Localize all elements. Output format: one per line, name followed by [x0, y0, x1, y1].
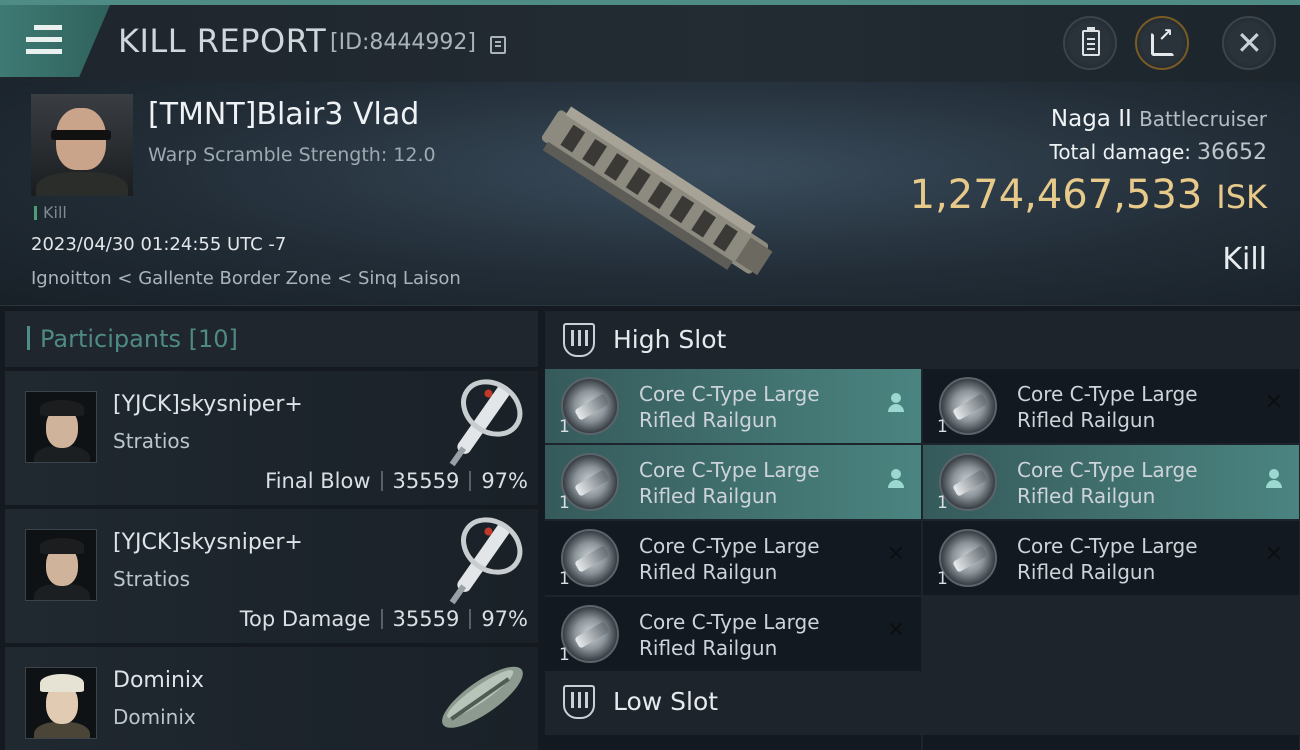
low-slot-icon	[563, 685, 595, 719]
module-name: Core C-Type Large Rifled Railgun	[639, 382, 820, 432]
participant-percent: 97%	[481, 469, 528, 493]
participant-avatar[interactable]	[25, 667, 97, 739]
low-slot-title: Low Slot	[613, 687, 719, 716]
participant-stats: Final Blow 35559 97%	[265, 469, 528, 493]
total-damage-value: 36652	[1197, 140, 1267, 165]
destroyed-x-icon: ✕	[1264, 542, 1284, 567]
participant-row[interactable]: [YJCK]skysniper+ Stratios Final Blow 3555…	[5, 371, 538, 505]
dropped-person-icon	[885, 467, 907, 491]
copy-id-icon[interactable]	[490, 36, 506, 54]
isk-unit: ISK	[1216, 178, 1267, 216]
close-icon: ✕	[1236, 24, 1263, 62]
participant-percent: 97%	[481, 607, 528, 631]
module-item[interactable]: 1 Core C-Type Large Rifled Railgun ✕	[923, 369, 1299, 443]
participant-role: Top Damage	[239, 607, 371, 631]
victim-name[interactable]: [TMNT]Blair3 Vlad	[148, 97, 419, 132]
module-name: Core C-Type Large Rifled Railgun	[1017, 458, 1198, 508]
module-item-partial[interactable]	[545, 735, 921, 750]
module-item[interactable]: 1 Core C-Type Large Rifled Railgun ✕	[545, 597, 921, 671]
clipboard-icon	[1082, 27, 1100, 56]
fitting-panel: High Slot 1 Core C-Type Large Rifled Rail…	[545, 311, 1300, 750]
module-name: Core C-Type Large Rifled Railgun	[639, 458, 820, 508]
close-button[interactable]: ✕	[1222, 16, 1276, 70]
participant-ship: Stratios	[113, 567, 191, 591]
participant-ship: Stratios	[113, 429, 191, 453]
module-quantity: 1	[937, 569, 948, 589]
module-name: Core C-Type Large Rifled Railgun	[639, 610, 820, 660]
participants-panel: Participants [10] [YJCK]skysniper+ Strat…	[5, 311, 538, 750]
participant-ship-image	[449, 379, 523, 467]
total-damage-label: Total damage:	[1049, 140, 1192, 164]
module-item[interactable]: 1 Core C-Type Large Rifled Railgun	[545, 369, 921, 443]
destroyed-x-icon: ✕	[886, 542, 906, 567]
menu-button[interactable]	[0, 5, 110, 77]
participant-row[interactable]: [YJCK]skysniper+ Stratios Top Damage 3555…	[5, 509, 538, 643]
participant-ship-image	[449, 517, 523, 605]
module-item[interactable]: 1 Core C-Type Large Rifled Railgun	[923, 445, 1299, 519]
report-id: [ID:8444992]	[330, 30, 476, 55]
destroyed-x-icon: ✕	[886, 618, 906, 643]
participant-avatar[interactable]	[25, 391, 97, 463]
participant-name: [YJCK]skysniper+	[113, 530, 303, 555]
victim-ship[interactable]: Naga II Battlecruiser	[1051, 106, 1267, 132]
header-bar: KILL REPORT [ID:8444992] ✕	[0, 0, 1300, 82]
module-item-partial[interactable]	[923, 735, 1299, 750]
kill-location: Ignoitton < Gallente Border Zone < Sinq …	[31, 268, 461, 289]
dropped-person-icon	[1263, 467, 1285, 491]
participant-damage: 35559	[392, 469, 460, 493]
low-slot-header: Low Slot	[545, 673, 1300, 729]
module-quantity: 1	[559, 645, 570, 665]
report-result: Kill	[1222, 242, 1267, 277]
participant-ship: Dominix	[113, 705, 196, 729]
warp-scramble-strength: Warp Scramble Strength: 12.0	[148, 144, 436, 166]
victim-summary: [TMNT]Blair3 Vlad Warp Scramble Strength…	[0, 82, 1300, 306]
share-icon	[1151, 25, 1175, 56]
module-quantity: 1	[559, 569, 570, 589]
participant-stats: Top Damage 35559 97%	[240, 607, 528, 631]
ship-name: Naga II	[1050, 106, 1132, 132]
participant-damage: 35559	[392, 607, 460, 631]
high-slot-header: High Slot	[545, 311, 1300, 367]
participant-row[interactable]: Dominix Dominix	[5, 647, 538, 750]
participants-header: Participants [10]	[5, 311, 538, 367]
clipboard-button[interactable]	[1063, 16, 1117, 70]
module-name: Core C-Type Large Rifled Railgun	[639, 534, 820, 584]
participant-avatar[interactable]	[25, 529, 97, 601]
module-name: Core C-Type Large Rifled Railgun	[1017, 534, 1198, 584]
participant-ship-image	[442, 666, 523, 728]
page-title: KILL REPORT	[118, 22, 327, 60]
module-quantity: 1	[559, 493, 570, 513]
victim-ship-image	[541, 106, 773, 276]
module-item[interactable]: 1 Core C-Type Large Rifled Railgun ✕	[545, 521, 921, 595]
dropped-person-icon	[885, 391, 907, 415]
module-quantity: 1	[937, 417, 948, 437]
isk-amount: 1,274,467,533	[909, 172, 1203, 218]
kill-datetime: 2023/04/30 01:24:55 UTC -7	[31, 234, 287, 255]
share-button[interactable]	[1135, 16, 1189, 70]
destroyed-x-icon: ✕	[1264, 390, 1284, 415]
kill-tag: Kill	[34, 205, 67, 221]
high-slot-icon	[563, 323, 595, 357]
module-item[interactable]: 1 Core C-Type Large Rifled Railgun ✕	[923, 521, 1299, 595]
participant-name: Dominix	[113, 668, 205, 693]
module-quantity: 1	[937, 493, 948, 513]
menu-icon	[26, 25, 62, 55]
module-item[interactable]: 1 Core C-Type Large Rifled Railgun	[545, 445, 921, 519]
participant-role: Final Blow	[265, 469, 371, 493]
participant-name: [YJCK]skysniper+	[113, 392, 303, 417]
victim-avatar[interactable]	[31, 94, 133, 196]
module-quantity: 1	[559, 417, 570, 437]
participants-title: Participants [10]	[40, 325, 238, 353]
isk-value: 1,274,467,533 ISK	[910, 172, 1267, 218]
module-name: Core C-Type Large Rifled Railgun	[1017, 382, 1198, 432]
high-slot-title: High Slot	[613, 325, 727, 354]
ship-class: Battlecruiser	[1139, 107, 1267, 131]
total-damage: Total damage: 36652	[1050, 140, 1268, 165]
